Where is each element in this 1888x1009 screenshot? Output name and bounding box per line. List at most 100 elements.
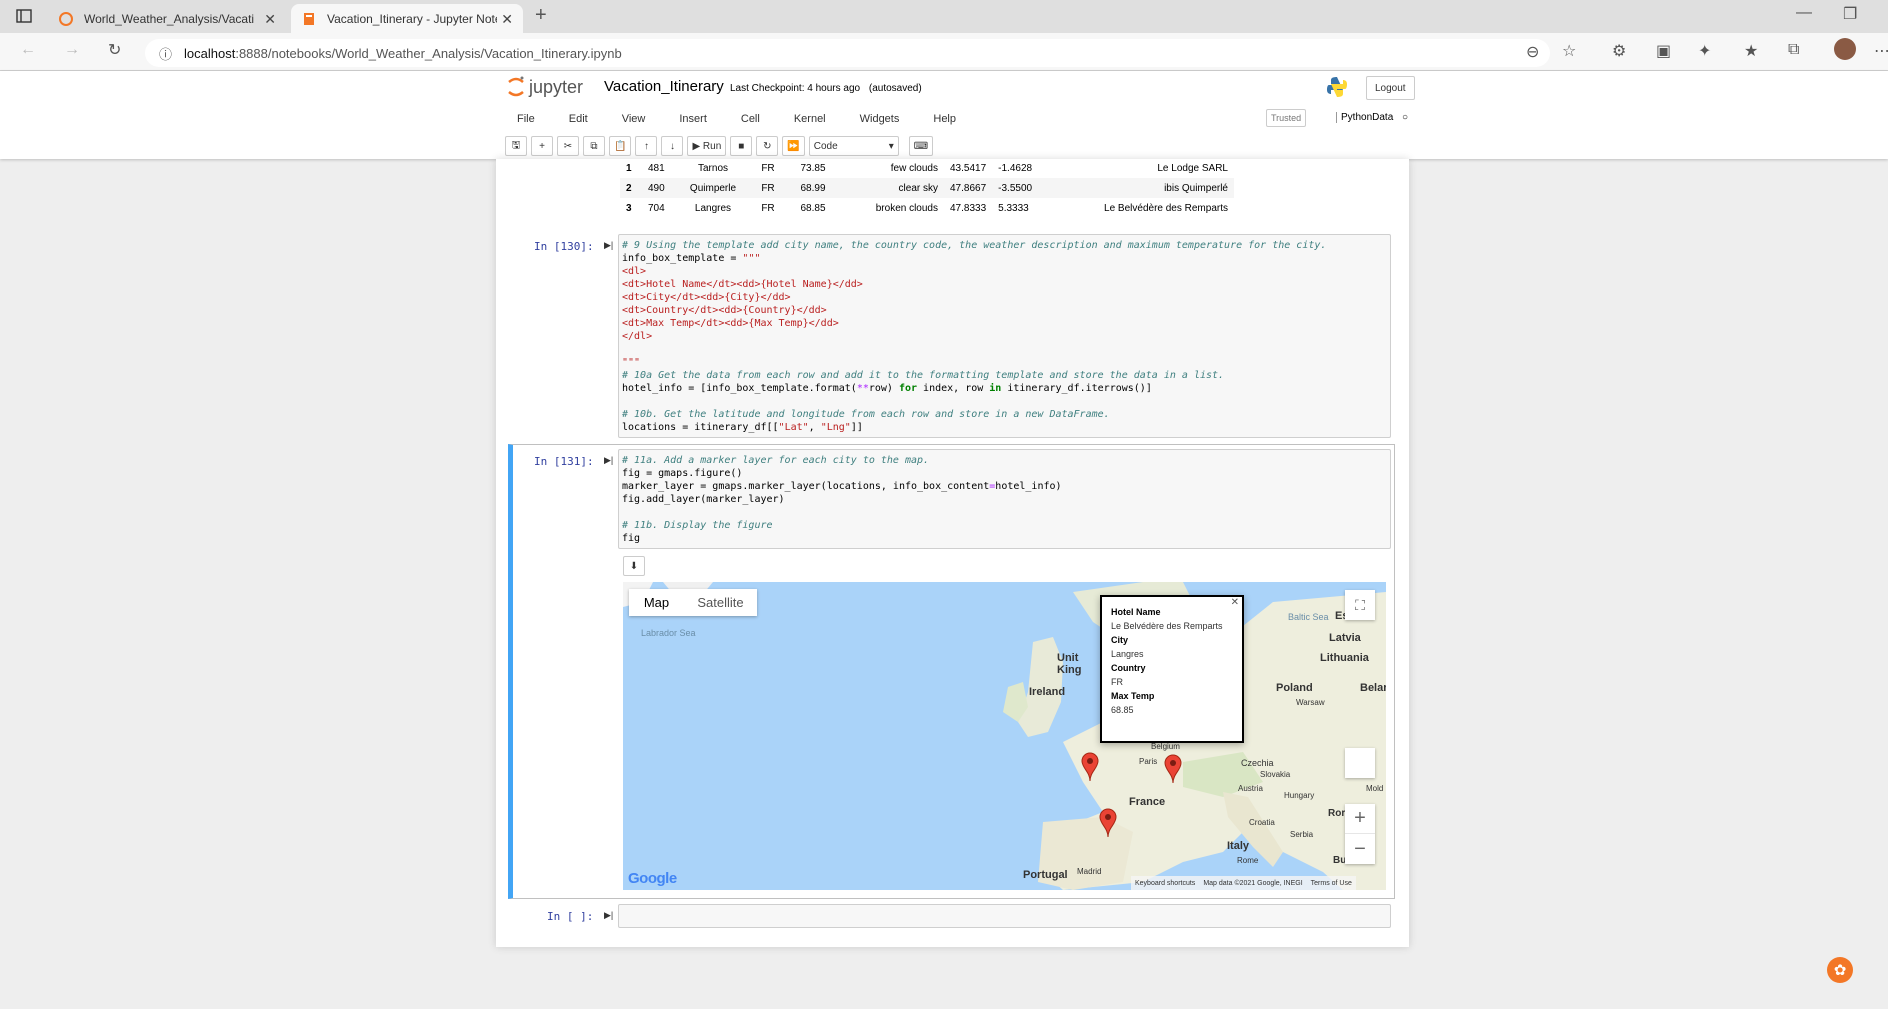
cell-prompt: In [131]: bbox=[534, 455, 594, 468]
run-cell-icon[interactable]: ▶| bbox=[604, 910, 613, 921]
favorite-star-icon[interactable]: ☆ bbox=[1562, 41, 1576, 61]
map-type-satellite-button[interactable]: Satellite bbox=[684, 589, 757, 616]
tab-world-weather[interactable]: World_Weather_Analysis/Vacation_Itinerar… bbox=[48, 4, 286, 33]
jupyter-logo[interactable]: jupyter bbox=[507, 76, 583, 98]
avatar[interactable] bbox=[1834, 38, 1856, 60]
run-cell-icon[interactable]: ▶| bbox=[604, 455, 613, 466]
menu-cell[interactable]: Cell bbox=[729, 113, 760, 125]
info-country-value: FR bbox=[1111, 677, 1123, 687]
table-cell: Quimperle bbox=[689, 182, 737, 194]
menu-help[interactable]: Help bbox=[921, 113, 956, 125]
restart-icon[interactable]: ↻ bbox=[756, 136, 779, 156]
info-icon[interactable]: ⓘ bbox=[159, 44, 172, 63]
trusted-indicator[interactable]: Trusted bbox=[1266, 109, 1307, 127]
extension-icon[interactable]: ▣ bbox=[1656, 41, 1671, 61]
keyboard-shortcuts-link[interactable]: Keyboard shortcuts bbox=[1135, 880, 1195, 887]
map-label-romania: Ror bbox=[1328, 808, 1346, 819]
tab-vacation-itinerary[interactable]: Vacation_Itinerary - Jupyter Notebook ✕ bbox=[291, 4, 523, 33]
run-cell-icon[interactable]: ▶| bbox=[604, 240, 613, 251]
download-icon[interactable]: ⬇ bbox=[623, 556, 645, 576]
restart-run-all-icon[interactable]: ⏩ bbox=[782, 136, 805, 156]
street-view-pegman[interactable] bbox=[1345, 748, 1375, 778]
info-temp-label: Max Temp bbox=[1111, 691, 1155, 701]
terms-link[interactable]: Terms of Use bbox=[1311, 880, 1352, 887]
map-attribution-bar: Keyboard shortcuts Map data ©2021 Google… bbox=[1131, 876, 1356, 890]
menu-edit[interactable]: Edit bbox=[557, 113, 588, 125]
map-label-uk: Unit King bbox=[1057, 652, 1082, 676]
code-cell-130[interactable]: # 9 Using the template add city name, th… bbox=[618, 234, 1391, 438]
map-marker-langres[interactable] bbox=[1163, 754, 1183, 784]
chevron-down-icon: ▾ bbox=[888, 140, 894, 152]
map-type-map-button[interactable]: Map bbox=[629, 589, 684, 616]
zoom-in-button[interactable]: + bbox=[1345, 804, 1375, 834]
checkpoint-text: Last Checkpoint: 4 hours ago bbox=[730, 83, 861, 94]
notebook-toolbar: 🖫 + ✂ ⧉ 📋 ↑ ↓ ▶ Run ■ ↻ ⏩ Code ▾ ⌨ bbox=[505, 135, 934, 157]
kernel-name: PythonData bbox=[1341, 112, 1394, 123]
map-label-warsaw: Warsaw bbox=[1296, 698, 1325, 707]
close-icon[interactable]: ✕ bbox=[1231, 596, 1239, 610]
new-tab-icon[interactable]: + bbox=[535, 4, 547, 27]
table-cell: Le Lodge SARL bbox=[1157, 162, 1228, 174]
menu-insert[interactable]: Insert bbox=[667, 113, 707, 125]
menu-kernel[interactable]: Kernel bbox=[782, 113, 826, 125]
more-icon[interactable]: ⋯ bbox=[1874, 41, 1888, 61]
close-icon[interactable]: ✕ bbox=[264, 11, 276, 28]
collections-icon[interactable]: ⧉ bbox=[1788, 41, 1799, 59]
keyboard-icon[interactable]: ⌨ bbox=[908, 136, 934, 156]
save-icon[interactable]: 🖫 bbox=[505, 136, 527, 156]
logout-button[interactable]: Logout bbox=[1366, 76, 1415, 100]
code-cell-131[interactable]: # 11a. Add a marker layer for each city … bbox=[618, 449, 1391, 549]
insert-cell-icon[interactable]: + bbox=[531, 136, 553, 156]
reload-icon[interactable]: ↻ bbox=[108, 40, 121, 60]
menu-view[interactable]: View bbox=[610, 113, 646, 125]
zoom-icon[interactable]: ⊖ bbox=[1526, 42, 1539, 62]
map-label-baltic-sea: Baltic Sea bbox=[1288, 612, 1329, 622]
cut-icon[interactable]: ✂ bbox=[557, 136, 579, 156]
favorites-icon[interactable]: ★ bbox=[1744, 41, 1758, 61]
dataframe-output: 1 481 Tarnos FR 73.85 few clouds 43.5417… bbox=[620, 158, 1234, 218]
forward-icon[interactable]: → bbox=[64, 41, 80, 59]
table-cell: FR bbox=[761, 182, 775, 194]
table-cell: 2 bbox=[626, 182, 632, 194]
map-label-croatia: Croatia bbox=[1249, 818, 1275, 827]
floating-assistant-icon[interactable]: ✿ bbox=[1827, 957, 1853, 983]
tab-actions-icon[interactable] bbox=[16, 8, 32, 29]
puzzle-icon[interactable]: ✦ bbox=[1698, 41, 1711, 61]
copy-icon[interactable]: ⧉ bbox=[583, 136, 605, 156]
gmaps-map[interactable]: Map Satellite Labrador Sea Baltic Sea Es… bbox=[623, 582, 1386, 890]
stop-icon[interactable]: ■ bbox=[730, 136, 753, 156]
table-cell: broken clouds bbox=[875, 202, 938, 214]
autosaved-text: (autosaved) bbox=[868, 83, 922, 94]
table-cell: 47.8333 bbox=[950, 202, 987, 214]
map-label-madrid: Madrid bbox=[1077, 867, 1102, 876]
back-icon[interactable]: ← bbox=[20, 41, 36, 59]
table-row: 2 490 Quimperle FR 68.99 clear sky 47.86… bbox=[620, 178, 1234, 198]
map-label-belarus: Belar bbox=[1360, 682, 1386, 694]
cell-type-select[interactable]: Code ▾ bbox=[808, 136, 899, 156]
google-logo[interactable]: Google bbox=[628, 870, 677, 887]
move-down-icon[interactable]: ↓ bbox=[661, 136, 684, 156]
close-icon[interactable]: ✕ bbox=[501, 11, 513, 28]
browser-tab-bar: World_Weather_Analysis/Vacation_Itinerar… bbox=[0, 0, 1888, 33]
notebook-name[interactable]: Vacation_Itinerary bbox=[604, 78, 724, 95]
fullscreen-button[interactable]: ⛶ bbox=[1345, 590, 1375, 620]
map-label-austria: Austria bbox=[1238, 784, 1263, 793]
map-label-serbia: Serbia bbox=[1290, 830, 1314, 839]
paste-icon[interactable]: 📋 bbox=[609, 136, 632, 156]
map-marker-tarnos[interactable] bbox=[1098, 808, 1118, 838]
run-button[interactable]: ▶ Run bbox=[687, 136, 727, 156]
empty-code-cell[interactable] bbox=[618, 904, 1391, 928]
move-up-icon[interactable]: ↑ bbox=[635, 136, 658, 156]
zoom-out-button[interactable]: − bbox=[1345, 834, 1375, 864]
minimize-icon[interactable]: — bbox=[1796, 4, 1812, 22]
map-label-labrador-sea: Labrador Sea bbox=[641, 628, 696, 638]
restore-icon[interactable]: ❐ bbox=[1843, 4, 1857, 24]
table-cell: 73.85 bbox=[800, 162, 826, 174]
menu-file[interactable]: File bbox=[505, 113, 535, 125]
url-field[interactable]: ⓘ localhost:8888/notebooks/World_Weather… bbox=[145, 39, 1550, 67]
map-marker-quimperle[interactable] bbox=[1080, 752, 1100, 782]
info-country-label: Country bbox=[1111, 663, 1146, 673]
map-label-portugal: Portugal bbox=[1023, 869, 1068, 881]
extension-icon[interactable]: ⚙ bbox=[1612, 41, 1626, 61]
menu-widgets[interactable]: Widgets bbox=[848, 113, 900, 125]
